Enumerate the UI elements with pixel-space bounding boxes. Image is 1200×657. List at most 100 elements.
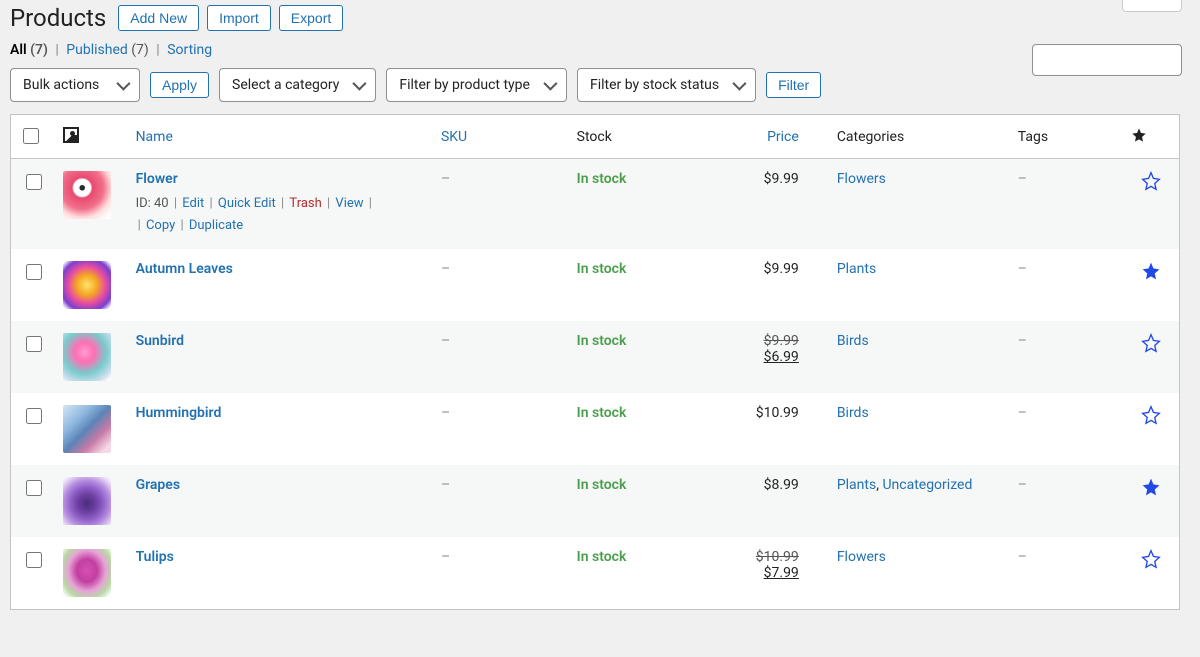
bulk-actions-select[interactable]: Bulk actions: [10, 68, 140, 102]
action-copy[interactable]: Copy: [146, 218, 175, 233]
product-sku: –: [441, 171, 450, 187]
product-sku: –: [441, 405, 450, 421]
stock-status: In stock: [577, 477, 627, 493]
view-sorting[interactable]: Sorting: [167, 42, 212, 58]
row-checkbox[interactable]: [26, 552, 42, 568]
star-outline-icon[interactable]: [1141, 171, 1161, 191]
product-name-link[interactable]: Sunbird: [136, 333, 184, 349]
price-sale: $7.99: [724, 565, 799, 581]
product-name-link[interactable]: Grapes: [136, 477, 180, 493]
row-checkbox[interactable]: [26, 264, 42, 280]
row-actions: ID: 40 | Edit | Quick Edit | Trash | Vie…: [136, 193, 425, 237]
product-tags: –: [1018, 477, 1027, 493]
col-categories: Categories: [829, 115, 1010, 159]
star-filled-icon[interactable]: [1141, 261, 1161, 281]
product-name-link[interactable]: Flower: [136, 171, 178, 187]
chevron-down-icon: [353, 77, 367, 91]
star-outline-icon[interactable]: [1141, 549, 1161, 569]
add-new-button[interactable]: Add New: [118, 5, 199, 31]
star-filled-icon[interactable]: [1141, 477, 1161, 497]
star-icon: [1131, 127, 1147, 143]
table-row: Sunbird – In stock $9.99$6.99 Birds –: [11, 321, 1180, 393]
action-trash[interactable]: Trash: [289, 196, 321, 211]
product-thumbnail[interactable]: [63, 405, 111, 453]
category-link[interactable]: Flowers: [837, 549, 886, 565]
import-button[interactable]: Import: [207, 5, 271, 31]
action-duplicate[interactable]: Duplicate: [189, 218, 243, 233]
price-regular: $10.99: [724, 549, 799, 565]
category-link[interactable]: Plants: [837, 477, 876, 493]
table-row: Autumn Leaves–In stock$9.99Plants–: [11, 249, 1180, 321]
product-sku: –: [441, 477, 450, 493]
row-checkbox[interactable]: [26, 480, 42, 496]
product-id: ID: 40: [136, 196, 169, 211]
price: $10.99: [756, 405, 799, 421]
view-all[interactable]: All (7): [10, 42, 51, 58]
product-sku: –: [441, 549, 450, 565]
price: $9.99: [764, 171, 799, 187]
table-row: Tulips – In stock $10.99$7.99 Flowers –: [11, 537, 1180, 610]
col-tags: Tags: [1010, 115, 1123, 159]
view-published[interactable]: Published (7): [66, 42, 152, 58]
action-view[interactable]: View: [335, 196, 363, 211]
product-tags: –: [1018, 405, 1027, 421]
stock-status: In stock: [577, 171, 627, 187]
search-input[interactable]: [1032, 44, 1182, 76]
stock-status: In stock: [577, 261, 627, 277]
row-checkbox[interactable]: [26, 408, 42, 424]
col-stock: Stock: [569, 115, 716, 159]
table-row: Flower ID: 40 | Edit | Quick Edit | Trash…: [11, 159, 1180, 250]
screen-options-tab[interactable]: [1122, 0, 1182, 12]
stock-status: In stock: [577, 333, 627, 349]
action-quick-edit[interactable]: Quick Edit: [218, 196, 276, 211]
status-views: All (7) | Published (7) | Sorting: [10, 42, 1180, 58]
product-tags: –: [1018, 549, 1027, 565]
category-link[interactable]: Flowers: [837, 171, 886, 187]
price-sale: $6.99: [724, 349, 799, 365]
col-price[interactable]: Price: [767, 129, 799, 145]
row-checkbox[interactable]: [26, 174, 42, 190]
product-sku: –: [441, 261, 450, 277]
product-name-link[interactable]: Tulips: [136, 549, 174, 565]
stock-status: In stock: [577, 549, 627, 565]
category-link[interactable]: Birds: [837, 405, 869, 421]
product-tags: –: [1018, 171, 1027, 187]
products-table: Name SKU Stock Price Categories Tags Flo…: [10, 114, 1180, 610]
export-button[interactable]: Export: [279, 5, 343, 31]
col-name[interactable]: Name: [136, 129, 173, 145]
action-edit[interactable]: Edit: [182, 196, 204, 211]
col-sku[interactable]: SKU: [441, 129, 467, 145]
star-outline-icon[interactable]: [1141, 333, 1161, 353]
select-all-checkbox[interactable]: [23, 128, 39, 144]
row-checkbox[interactable]: [26, 336, 42, 352]
category-link[interactable]: Birds: [837, 333, 869, 349]
filter-button[interactable]: Filter: [766, 72, 821, 98]
product-tags: –: [1018, 333, 1027, 349]
category-link[interactable]: Plants: [837, 261, 876, 277]
price: $8.99: [764, 477, 799, 493]
chevron-down-icon: [116, 77, 130, 91]
product-name-link[interactable]: Autumn Leaves: [136, 261, 233, 277]
table-row: Grapes–In stock$8.99Plants, Uncategorize…: [11, 465, 1180, 537]
product-thumbnail[interactable]: [63, 171, 111, 219]
apply-button[interactable]: Apply: [150, 72, 209, 98]
product-thumbnail[interactable]: [63, 549, 111, 597]
image-icon: [63, 127, 79, 143]
product-thumbnail[interactable]: [63, 477, 111, 525]
chevron-down-icon: [732, 77, 746, 91]
star-outline-icon[interactable]: [1141, 405, 1161, 425]
price: $9.99: [764, 261, 799, 277]
product-name-link[interactable]: Hummingbird: [136, 405, 222, 421]
category-link[interactable]: Uncategorized: [882, 477, 972, 493]
product-thumbnail[interactable]: [63, 261, 111, 309]
page-title: Products: [10, 4, 106, 32]
table-row: Hummingbird – In stock $10.99 Birds –: [11, 393, 1180, 465]
stock-status: In stock: [577, 405, 627, 421]
stock-status-filter-select[interactable]: Filter by stock status: [577, 68, 756, 102]
category-filter-select[interactable]: Select a category: [219, 68, 376, 102]
chevron-down-icon: [543, 77, 557, 91]
product-type-filter-select[interactable]: Filter by product type: [386, 68, 567, 102]
price-regular: $9.99: [724, 333, 799, 349]
product-thumbnail[interactable]: [63, 333, 111, 381]
product-sku: –: [441, 333, 450, 349]
